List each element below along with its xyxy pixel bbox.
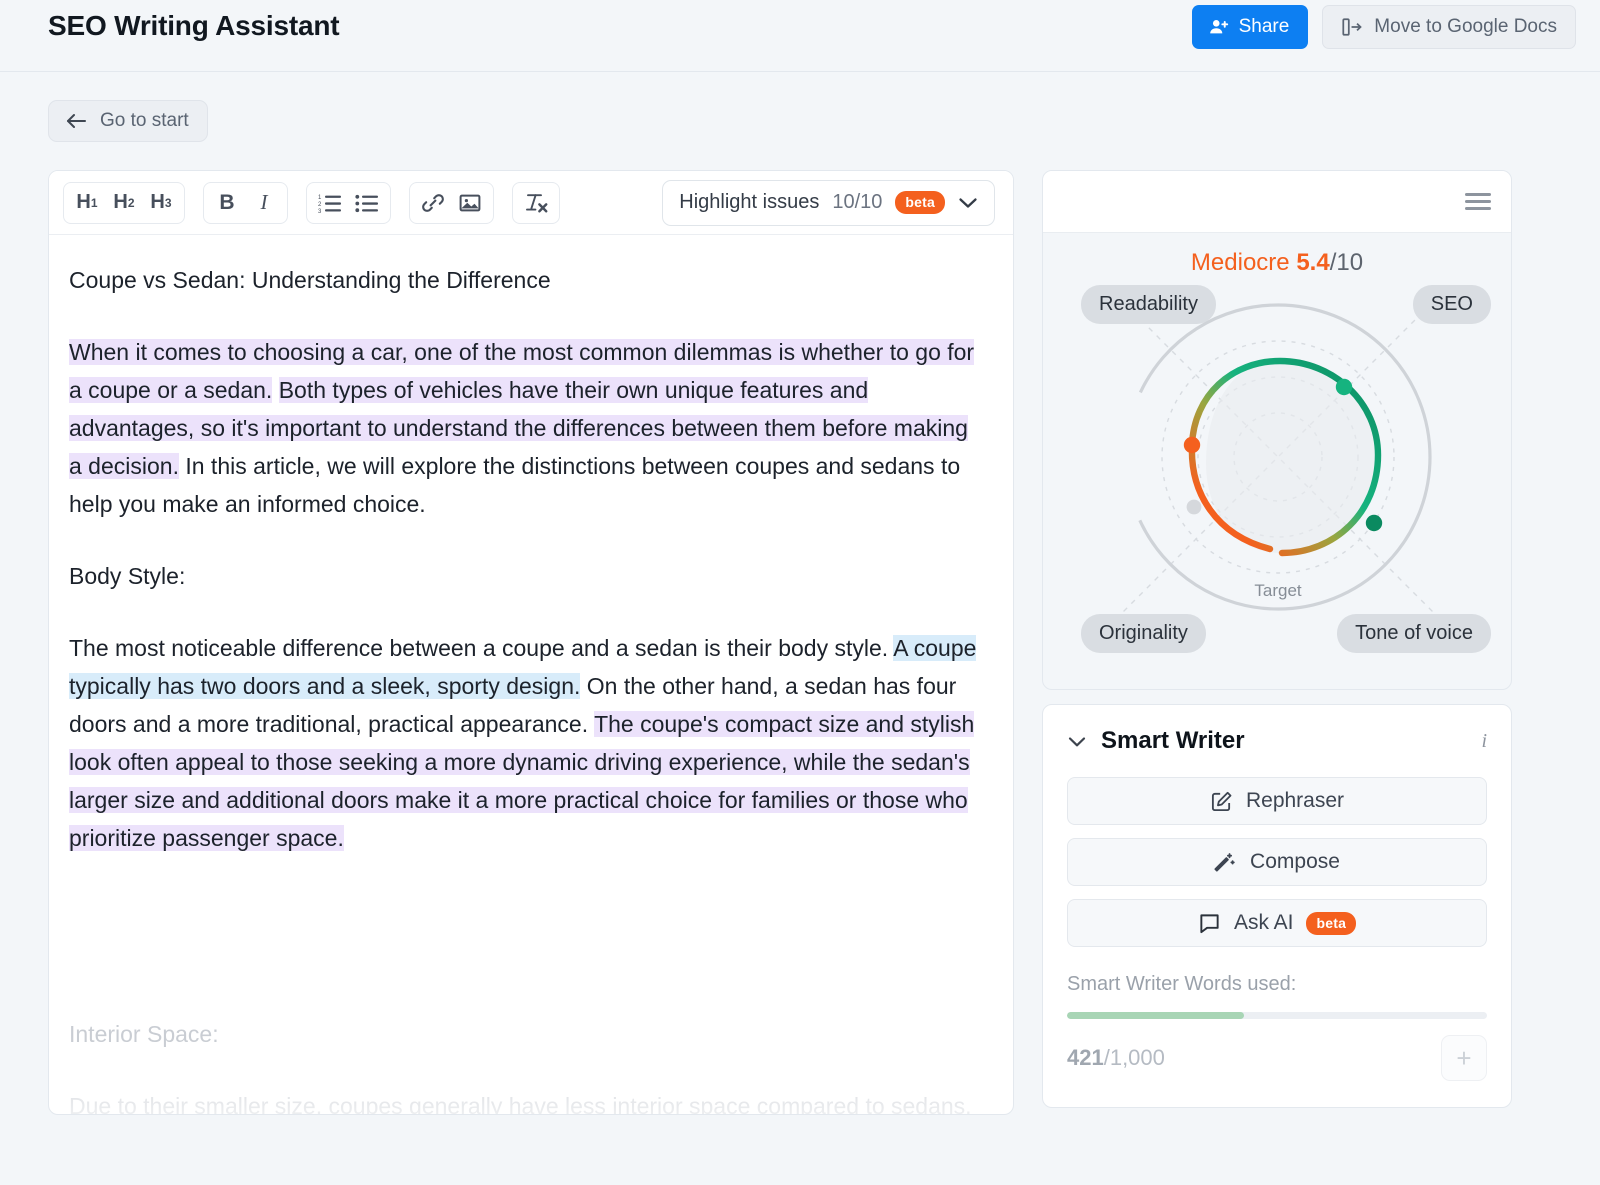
document-heading: Coupe vs Sedan: Understanding the Differ… xyxy=(69,267,551,293)
ask-ai-button[interactable]: Ask AI beta xyxy=(1067,899,1487,947)
plain-text: In this article, we will explore the dis… xyxy=(69,453,961,517)
share-button[interactable]: Share xyxy=(1191,5,1309,49)
highlight-issues-label: Highlight issues xyxy=(679,191,820,213)
radar-point-seo xyxy=(1335,378,1353,396)
seo-writing-assistant-app: SEO Writing Assistant Share Move to Goog… xyxy=(0,0,1600,1185)
move-to-google-docs-button[interactable]: Move to Google Docs xyxy=(1322,5,1576,49)
share-button-label: Share xyxy=(1238,16,1290,37)
compose-label: Compose xyxy=(1250,850,1340,873)
smart-writer-card: Smart Writer i Rephraser Compose Ask AI … xyxy=(1042,704,1512,1108)
radar-point-readability xyxy=(1183,436,1201,454)
highlight-issues-count: 10/10 xyxy=(832,191,883,213)
bullet-list-icon xyxy=(355,192,379,214)
toolbar-group-lists: 1 2 3 xyxy=(306,181,391,224)
document-faded-region: Interior Space: Due to their smaller siz… xyxy=(69,1015,983,1115)
plain-text: The most noticeable difference between a… xyxy=(69,635,894,661)
ask-ai-beta-badge: beta xyxy=(1306,911,1357,935)
radar-target-label: Target xyxy=(1254,581,1302,600)
score-denominator: /10 xyxy=(1329,249,1364,276)
document-faded-paragraph: Due to their smaller size, coupes genera… xyxy=(69,1093,972,1115)
smart-writer-title: Smart Writer xyxy=(1101,727,1245,754)
highlight-issues-beta-badge: beta xyxy=(895,191,945,214)
rephraser-button[interactable]: Rephraser xyxy=(1067,777,1487,825)
document-faded-subheading: Interior Space: xyxy=(69,1021,219,1047)
document-paragraph-2: Body Style: xyxy=(69,563,186,589)
bullet-list-button[interactable] xyxy=(350,186,384,220)
score-rating-word: Mediocre xyxy=(1190,249,1290,276)
link-icon xyxy=(421,191,445,215)
editor-card: H1 H2 H3 B I 1 2 3 Highlight issues 10/1… xyxy=(48,170,1014,1115)
metric-pill-seo[interactable]: SEO xyxy=(1412,285,1491,324)
plus-icon: + xyxy=(1456,1042,1472,1073)
score-card-header xyxy=(1043,171,1511,233)
heading-1-button[interactable]: H1 xyxy=(70,186,104,220)
radar-point-originality xyxy=(1186,499,1202,515)
toolbar-group-clear xyxy=(512,181,560,224)
rephraser-label: Rephraser xyxy=(1245,789,1345,812)
ordered-list-icon: 1 2 3 xyxy=(318,192,342,214)
ask-ai-label: Ask AI xyxy=(1233,911,1294,934)
editor-toolbar: H1 H2 H3 B I 1 2 3 Highlight issues 10/1… xyxy=(49,171,1013,235)
metric-pill-readability[interactable]: Readability xyxy=(1081,285,1216,324)
overall-score: Mediocre 5.4/10 xyxy=(1043,249,1511,277)
page-title: SEO Writing Assistant xyxy=(48,10,340,41)
compose-button[interactable]: Compose xyxy=(1067,838,1487,886)
svg-text:1: 1 xyxy=(318,195,322,201)
heading-3-button[interactable]: H3 xyxy=(144,186,178,220)
smart-writer-words-label: Smart Writer Words used: xyxy=(1067,973,1297,995)
toolbar-group-headings: H1 H2 H3 xyxy=(63,181,185,224)
progress-fill xyxy=(1067,1012,1244,1019)
words-limit-value: /1,000 xyxy=(1103,1045,1165,1070)
right-panel: Mediocre 5.4/10 Readability SEO Original… xyxy=(1042,170,1552,1115)
info-icon[interactable]: i xyxy=(1481,730,1487,753)
header-actions: Share Move to Google Docs xyxy=(1191,5,1576,49)
clear-formatting-button[interactable] xyxy=(519,186,553,220)
content-score-card: Mediocre 5.4/10 Readability SEO Original… xyxy=(1042,170,1512,690)
chevron-down-icon[interactable] xyxy=(1067,735,1087,748)
text-space xyxy=(272,377,278,403)
person-add-icon xyxy=(1208,16,1230,38)
document-editor[interactable]: Coupe vs Sedan: Understanding the Differ… xyxy=(49,235,1013,1115)
magic-wand-icon xyxy=(1214,851,1237,874)
metric-pill-tone-of-voice[interactable]: Tone of voice xyxy=(1337,614,1491,653)
image-button[interactable] xyxy=(453,186,487,220)
heading-2-button[interactable]: H2 xyxy=(107,186,141,220)
edit-square-icon xyxy=(1210,790,1233,813)
document-paragraph-1: When it comes to choosing a car, one of … xyxy=(69,333,983,523)
smart-writer-header: Smart Writer i xyxy=(1067,727,1487,755)
toolbar-group-insert xyxy=(409,181,494,224)
metric-pill-originality[interactable]: Originality xyxy=(1081,614,1206,653)
toolbar-group-style: B I xyxy=(203,181,288,224)
chevron-down-icon xyxy=(958,196,978,209)
smart-writer-usage: 421/1,000 + xyxy=(1067,1035,1487,1081)
smart-writer-progress-bar xyxy=(1067,1012,1487,1019)
highlight-issues-dropdown[interactable]: Highlight issues 10/10 beta xyxy=(662,179,995,226)
app-header: SEO Writing Assistant Share Move to Goog… xyxy=(0,0,1600,72)
move-to-docs-label: Move to Google Docs xyxy=(1374,16,1557,37)
content-quality-radar-chart: Readability SEO Originality Tone of voic… xyxy=(1043,279,1511,659)
arrow-left-icon xyxy=(64,112,88,130)
svg-text:2: 2 xyxy=(318,202,322,208)
document-paragraph-3: The most noticeable difference between a… xyxy=(69,629,983,857)
hamburger-menu-icon[interactable] xyxy=(1465,189,1491,214)
go-to-start-label: Go to start xyxy=(100,110,189,131)
radar-svg xyxy=(1109,288,1447,626)
words-used-value: 421 xyxy=(1067,1045,1104,1070)
go-to-start-button[interactable]: Go to start xyxy=(48,100,208,142)
svg-text:3: 3 xyxy=(318,209,322,214)
add-words-button[interactable]: + xyxy=(1441,1035,1487,1081)
image-icon xyxy=(458,191,482,215)
score-rating-value: 5.4 xyxy=(1296,249,1330,276)
link-button[interactable] xyxy=(416,186,450,220)
ordered-list-button[interactable]: 1 2 3 xyxy=(313,186,347,220)
italic-button[interactable]: I xyxy=(247,186,281,220)
bold-button[interactable]: B xyxy=(210,186,244,220)
radar-point-tone-of-voice xyxy=(1365,514,1383,532)
clear-formatting-icon xyxy=(523,191,549,215)
move-to-docs-icon xyxy=(1341,16,1363,38)
chat-bubble-icon xyxy=(1198,912,1221,935)
